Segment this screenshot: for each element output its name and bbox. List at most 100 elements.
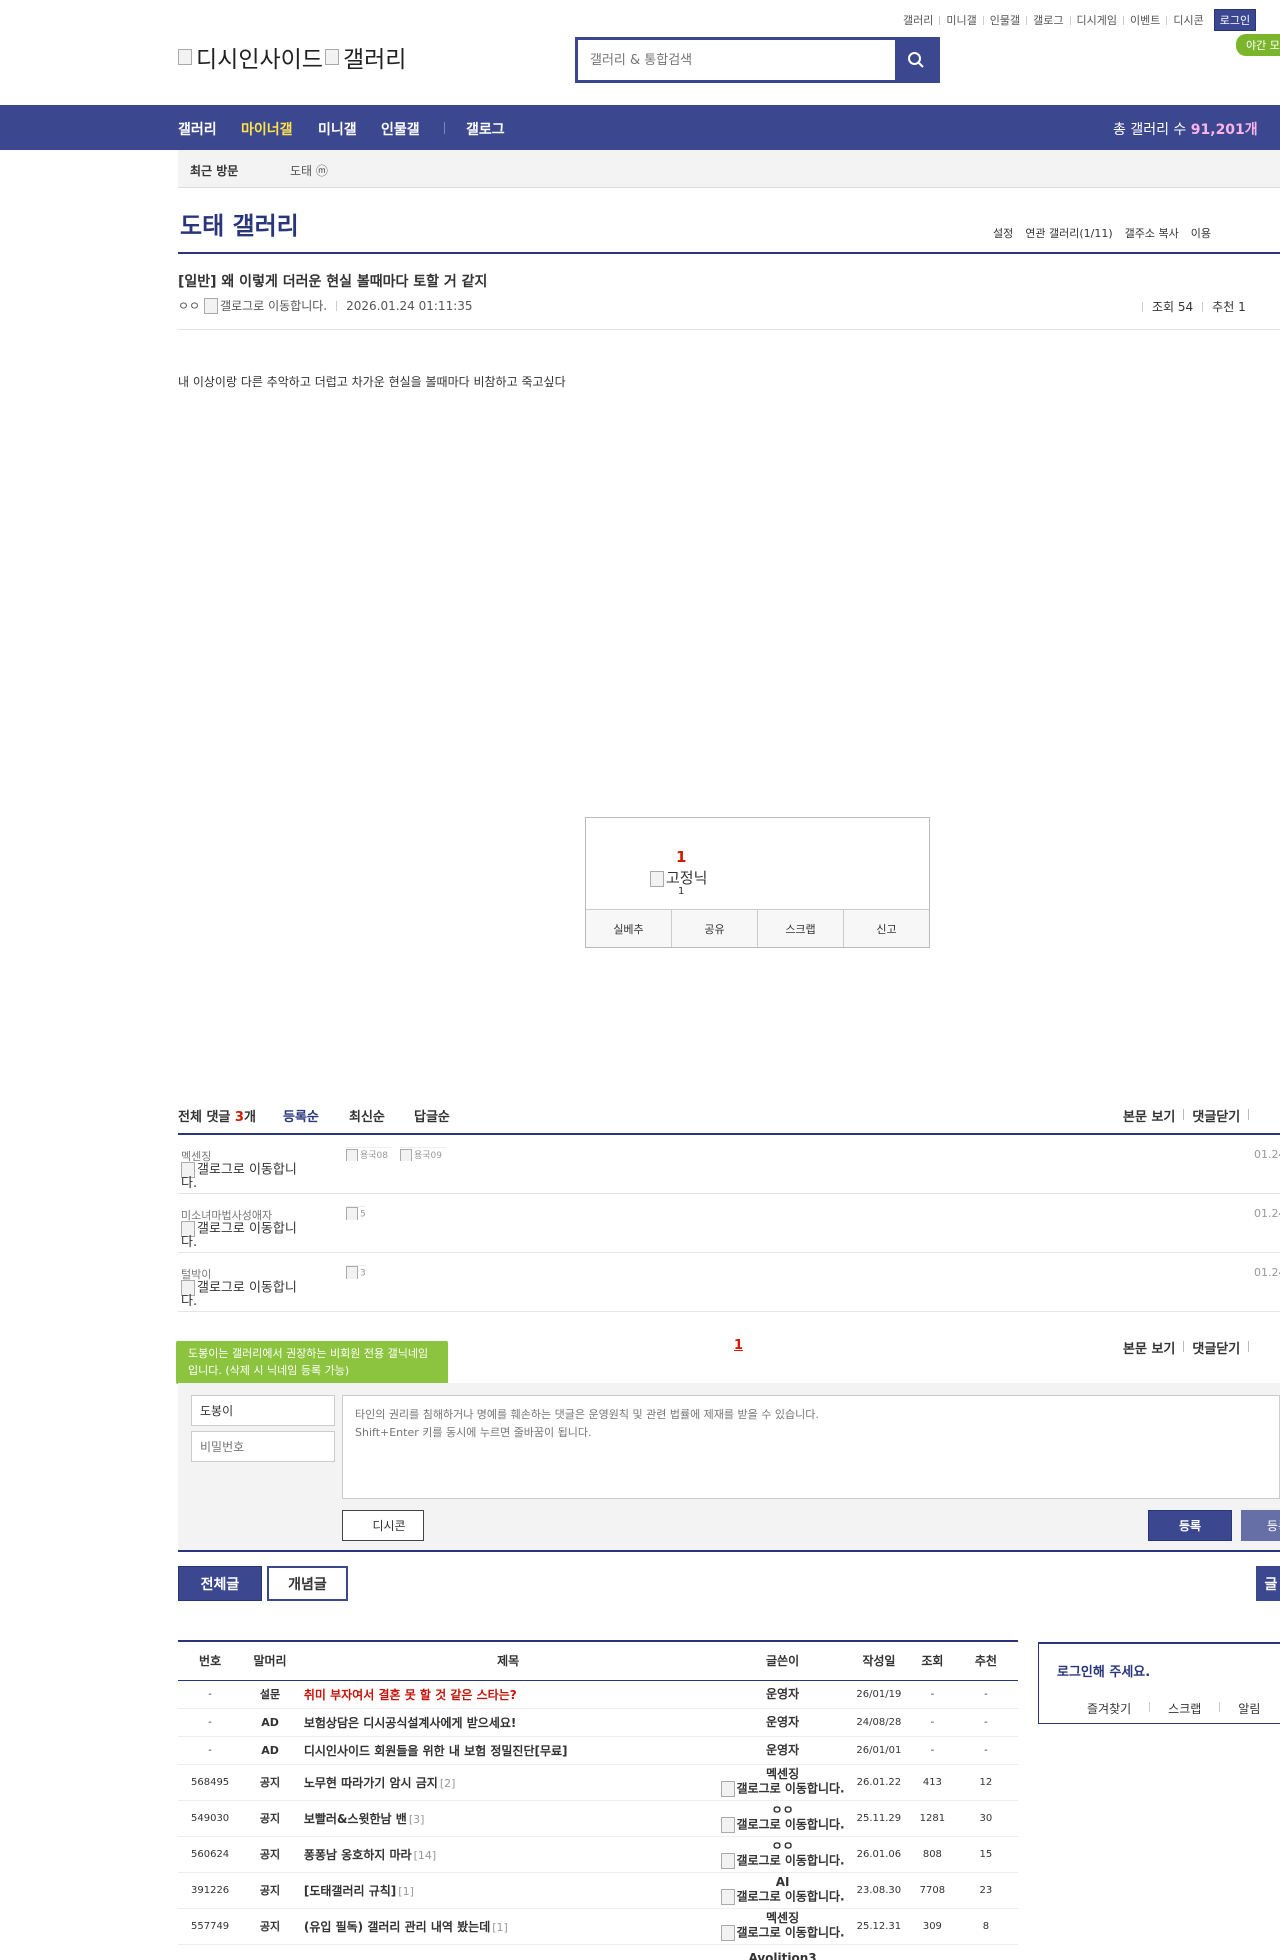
close-comments-link-bottom[interactable]: 댓글닫기 bbox=[1192, 1338, 1240, 1357]
top-link-4[interactable]: 디시게임 bbox=[1077, 12, 1117, 28]
writer-gallog[interactable]: 갤로그로 이동합니다. bbox=[718, 1781, 846, 1797]
post-list-row[interactable]: 560624 공지 퐁퐁남 옹호하지 마라 [14] ㅇㅇ 갤로그로 이동합니다. 26.0… bbox=[178, 1836, 1018, 1873]
row-date: 23.08.30 bbox=[846, 1872, 911, 1909]
comment-submit-recommend-button[interactable]: 등록+ bbox=[1241, 1510, 1280, 1541]
dccon-button[interactable]: 디시콘 bbox=[342, 1510, 424, 1541]
gallog-icon[interactable] bbox=[204, 297, 219, 314]
row-writer[interactable]: 운영자 bbox=[718, 1708, 847, 1737]
nav-person-gallery[interactable]: 인물갤 bbox=[381, 119, 420, 139]
post-list-row[interactable]: - AD 보험상담은 디시공식설계사에게 받으세요! 운영자 24/08/28- - bbox=[178, 1708, 1018, 1737]
close-comments-link[interactable]: 댓글닫기 bbox=[1192, 1106, 1240, 1125]
row-subject[interactable] bbox=[297, 1944, 719, 1960]
comment-submit-button[interactable]: 등록 bbox=[1148, 1510, 1232, 1541]
row-writer[interactable]: ㅇㅇ 갤로그로 이동합니다. bbox=[718, 1836, 847, 1873]
post-writer[interactable]: ㅇㅇ bbox=[178, 297, 200, 314]
post-list-row[interactable]: 568495 공지 노무현 따라가기 암시 금지 [2] 멕센징 갤로그로 이동합니다. 2… bbox=[178, 1764, 1018, 1801]
row-writer[interactable]: AI 갤로그로 이동합니다. bbox=[718, 1872, 847, 1909]
row-views: 7708 bbox=[910, 1872, 954, 1909]
writer-gallog[interactable]: 갤로그로 이동합니다. bbox=[718, 1817, 846, 1833]
tab-concept-posts[interactable]: 개념글 bbox=[267, 1566, 348, 1601]
sort-reply[interactable]: 답글순 bbox=[414, 1106, 450, 1125]
row-subject[interactable]: [도태갤러리 규칙] [1] bbox=[297, 1872, 719, 1909]
site-logo[interactable]: 디시인사이드 갤러리 bbox=[178, 40, 406, 74]
row-subject[interactable]: (유입 필독) 갤러리 관리 내역 봤는데 [1] bbox=[297, 1908, 719, 1945]
nav-gallog[interactable]: 갤로그 bbox=[466, 119, 505, 139]
post-list-row[interactable]: 557749 공지 (유입 필독) 갤러리 관리 내역 봤는데 [1] 멕센징 갤로그로 … bbox=[178, 1908, 1018, 1945]
nickname-input[interactable] bbox=[191, 1395, 335, 1426]
view-body-link-bottom[interactable]: 본문 보기 bbox=[1123, 1338, 1175, 1357]
comment-textarea[interactable] bbox=[342, 1395, 1280, 1499]
search-input[interactable] bbox=[578, 40, 895, 80]
silbe-recommend-button[interactable]: 실베추 bbox=[586, 910, 672, 947]
row-subject[interactable]: 취미 부자여서 결혼 못 할 것 같은 스타는? bbox=[297, 1680, 719, 1709]
comment-gallog[interactable]: 갤로그로 이동합니다. bbox=[181, 1221, 311, 1249]
row-subject[interactable]: 보험상담은 디시공식설계사에게 받으세요! bbox=[297, 1708, 719, 1737]
top-link-2[interactable]: 인물갤 bbox=[990, 12, 1020, 28]
row-subject[interactable]: 노무현 따라가기 암시 금지 [2] bbox=[297, 1764, 719, 1801]
comment-footer-links: 본문 보기 댓글닫기 bbox=[1123, 1338, 1257, 1357]
related-gallery-link[interactable]: 연관 갤러리(1/11) bbox=[1025, 225, 1112, 241]
post-list-row[interactable]: - AD 디시인사이드 회원들을 위한 내 보험 정밀진단[무료] 운영자 26/01/… bbox=[178, 1736, 1018, 1765]
tab-all-posts[interactable]: 전체글 bbox=[178, 1566, 262, 1601]
sort-registered[interactable]: 등록순 bbox=[283, 1106, 319, 1125]
post-list-row[interactable]: Avolition3 bbox=[178, 1944, 1018, 1960]
comment-gallog[interactable]: 갤로그로 이동합니다. bbox=[181, 1280, 311, 1308]
post-list-row[interactable]: 391226 공지 [도태갤러리 규칙] [1] AI 갤로그로 이동합니다. 23.08.… bbox=[178, 1872, 1018, 1909]
dccon-image: 용국08 bbox=[346, 1147, 392, 1161]
row-recommend: 15 bbox=[953, 1836, 1018, 1873]
comment-gallog[interactable]: 갤로그로 이동합니다. bbox=[181, 1162, 311, 1190]
report-button[interactable]: 신고 bbox=[844, 910, 929, 947]
row-writer[interactable]: Avolition3 bbox=[718, 1944, 847, 1960]
top-link-0[interactable]: 갤러리 bbox=[903, 12, 933, 28]
row-writer[interactable]: ㅇㅇ 갤로그로 이동합니다. bbox=[718, 1800, 847, 1837]
row-subject[interactable]: 퐁퐁남 옹호하지 마라 [14] bbox=[297, 1836, 719, 1873]
sort-latest[interactable]: 최신순 bbox=[349, 1106, 385, 1125]
alarm-link[interactable]: 알림 bbox=[1238, 1700, 1260, 1717]
row-subject[interactable]: 보빨러&스윗한남 밴 [3] bbox=[297, 1800, 719, 1837]
post-list-row[interactable]: 549030 공지 보빨러&스윗한남 밴 [3] ㅇㅇ 갤로그로 이동합니다. 25.11.… bbox=[178, 1800, 1018, 1837]
row-date: 24/08/28 bbox=[846, 1708, 911, 1737]
view-body-link[interactable]: 본문 보기 bbox=[1123, 1106, 1175, 1125]
password-input[interactable] bbox=[191, 1431, 335, 1462]
write-button[interactable]: 글 bbox=[1256, 1566, 1280, 1601]
nav-mini-gallery[interactable]: 미니갤 bbox=[318, 119, 357, 139]
row-writer[interactable]: 멕센징 갤로그로 이동합니다. bbox=[718, 1908, 847, 1945]
comment-page-1[interactable]: 1 bbox=[734, 1338, 743, 1353]
share-button[interactable]: 공유 bbox=[672, 910, 758, 947]
writer-gallog[interactable]: 갤로그로 이동합니다. bbox=[718, 1889, 846, 1905]
recent-visit-item[interactable]: 도태 ⓜ bbox=[290, 162, 328, 179]
writer-gallog[interactable]: 갤로그로 이동합니다. bbox=[718, 1925, 846, 1941]
dccon-image: 3 bbox=[346, 1265, 366, 1279]
row-date: 26.01.22 bbox=[846, 1764, 911, 1801]
copy-gallery-address-link[interactable]: 갤주소 복사 bbox=[1125, 225, 1179, 241]
row-recommend: - bbox=[953, 1736, 1018, 1765]
post-list-row[interactable]: - 설문 취미 부자여서 결혼 못 할 것 같은 스타는? 운영자 26/01/19- - bbox=[178, 1680, 1018, 1709]
main-nav-bar: 갤러리 마이너갤 미니갤 인물갤 갤로그 총 갤러리 수 91,201개 bbox=[0, 105, 1280, 150]
login-button[interactable]: 로그인 bbox=[1213, 9, 1257, 31]
nav-minor-gallery[interactable]: 마이너갤 bbox=[241, 119, 293, 139]
search-button[interactable] bbox=[895, 40, 937, 80]
post-body: 내 이상이랑 다른 추악하고 더럽고 차가운 현실을 볼때마다 비참하고 죽고싶… bbox=[178, 375, 566, 389]
scrap-button[interactable]: 스크랩 bbox=[758, 910, 844, 947]
favorites-link[interactable]: 즐겨찾기 bbox=[1087, 1700, 1131, 1717]
night-mode-button[interactable]: 야간 모드 bbox=[1236, 34, 1280, 56]
gallery-settings-link[interactable]: 설정 bbox=[993, 225, 1013, 241]
gallery-title[interactable]: 도태 갤러리 bbox=[180, 206, 299, 241]
login-prompt[interactable]: 로그인해 주세요. bbox=[1057, 1661, 1150, 1680]
row-writer[interactable]: 운영자 bbox=[718, 1736, 847, 1765]
top-link-6[interactable]: 디시콘 bbox=[1173, 12, 1203, 28]
row-writer[interactable]: 운영자 bbox=[718, 1680, 847, 1709]
top-link-5[interactable]: 이벤트 bbox=[1130, 12, 1160, 28]
top-link-3[interactable]: 갤로그 bbox=[1033, 12, 1063, 28]
row-reply-count: [1] bbox=[492, 1920, 508, 1934]
row-writer[interactable]: 멕센징 갤로그로 이동합니다. bbox=[718, 1764, 847, 1801]
row-subject[interactable]: 디시인사이드 회원들을 위한 내 보험 정밀진단[무료] bbox=[297, 1736, 719, 1765]
writer-gallog[interactable]: 갤로그로 이동합니다. bbox=[718, 1853, 846, 1869]
scrap-link[interactable]: 스크랩 bbox=[1168, 1700, 1201, 1717]
row-head: 공지 bbox=[242, 1764, 298, 1801]
gallog-broken-image-icon bbox=[720, 1853, 735, 1869]
recommend-count: 1 bbox=[676, 848, 687, 866]
gallery-usage-link[interactable]: 이용 bbox=[1191, 225, 1211, 241]
top-link-1[interactable]: 미니갤 bbox=[946, 12, 976, 28]
nav-gallery[interactable]: 갤러리 bbox=[178, 119, 217, 139]
